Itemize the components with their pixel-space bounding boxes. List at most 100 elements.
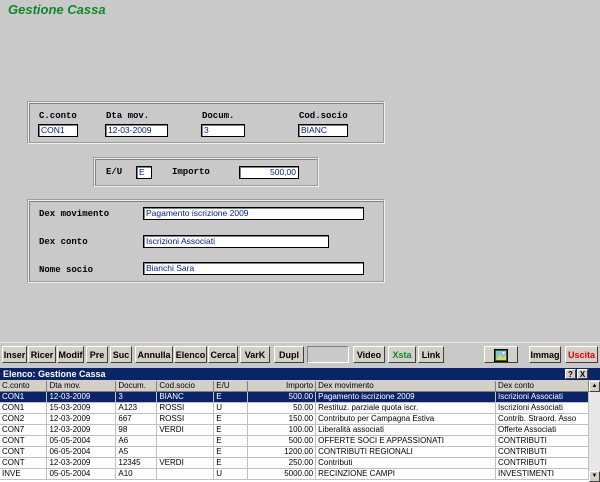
ricer-button[interactable]: Ricer: [28, 346, 56, 363]
table-cell: U: [213, 402, 249, 414]
data-mov-label: Dta mov.: [106, 111, 150, 121]
modif-button[interactable]: Modif: [57, 346, 84, 363]
table-cell: Iscrizioni Associati: [495, 402, 589, 414]
table-cell: E: [213, 457, 249, 469]
help-button[interactable]: ?: [565, 369, 576, 379]
immag-button[interactable]: Immag: [529, 346, 561, 363]
column-header[interactable]: C.conto: [0, 381, 48, 392]
table-cell: [156, 446, 215, 458]
list-scrollbar[interactable]: ▲ ▼: [589, 381, 600, 482]
table-cell: CONTRIBUTI: [495, 457, 589, 469]
table-cell: OFFERTE SOCI E APPASSIONATI: [315, 435, 496, 447]
table-cell: 12-03-2009: [46, 457, 117, 469]
dupl-button[interactable]: Dupl: [274, 346, 304, 363]
column-header[interactable]: Importo: [247, 381, 317, 392]
table-row[interactable]: CONT 06-05-2004 A5 E 1200.00 CONTRIBUTI REGIO…: [0, 446, 589, 458]
cerca-button[interactable]: Cerca: [208, 346, 238, 363]
nome-socio-field[interactable]: Bianchi Sara: [143, 262, 364, 275]
header-fields-group: [27, 101, 385, 144]
scroll-down-arrow-icon[interactable]: ▼: [589, 471, 600, 482]
table-cell: E: [213, 446, 249, 458]
table-cell: E: [213, 435, 249, 447]
list-window-title: Elenco: Gestione Cassa ? X: [0, 368, 600, 380]
pre-button[interactable]: Pre: [86, 346, 108, 363]
table-cell: RECINZIONE CAMPI: [315, 468, 496, 480]
importo-field[interactable]: 500,00: [239, 166, 299, 179]
table-cell: ROSSI: [156, 413, 215, 425]
data-mov-field[interactable]: 12-03-2009: [105, 124, 168, 137]
video-button[interactable]: Video: [353, 346, 385, 363]
table-header-row: C.conto Dta mov. Docum. Cod.socio E/U Importo…: [0, 381, 589, 392]
close-button[interactable]: X: [577, 369, 588, 379]
list-title-text: Elenco: Gestione Cassa: [3, 369, 106, 379]
eu-field[interactable]: E: [136, 166, 152, 179]
dex-conto-field[interactable]: Iscrizioni Associati: [143, 235, 329, 248]
table-row[interactable]: CON1 15-03-2009 A123 ROSSI U 50.00 Restituz. p…: [0, 402, 589, 414]
table-cell: 15-03-2009: [46, 402, 117, 414]
table-cell: 3: [115, 391, 158, 403]
table-cell: Offerte Associati: [495, 424, 589, 436]
nome-socio-label: Nome socio: [39, 265, 94, 275]
uscita-button[interactable]: Uscita: [565, 346, 598, 363]
records-table: C.conto Dta mov. Docum. Cod.socio E/U Importo…: [0, 381, 589, 480]
table-cell: 12-03-2009: [46, 413, 117, 425]
table-cell: A5: [115, 446, 158, 458]
table-cell: 12345: [115, 457, 158, 469]
xsta-button[interactable]: Xsta: [388, 346, 416, 363]
app-title: Gestione Cassa: [8, 2, 106, 17]
table-cell: CONTRIBUTI: [495, 435, 589, 447]
table-cell: 05-05-2004: [46, 435, 117, 447]
table-cell: 12-03-2009: [46, 391, 117, 403]
conto-field[interactable]: CON1: [38, 124, 78, 137]
table-cell: CONTRIBUTI REGIONALI: [315, 446, 496, 458]
table-row[interactable]: CON2 12-03-2009 667 ROSSI E 150.00 Contributo …: [0, 413, 589, 425]
records-grid: C.conto Dta mov. Docum. Cod.socio E/U Importo…: [0, 381, 589, 482]
table-cell: CONT: [0, 457, 48, 469]
table-cell: 667: [115, 413, 158, 425]
image-preview-button[interactable]: [484, 346, 518, 363]
link-button[interactable]: Link: [418, 346, 444, 363]
inser-button[interactable]: Inser: [2, 346, 27, 363]
table-cell: A6: [115, 435, 158, 447]
eu-label: E/U: [106, 167, 123, 177]
dex-movimento-field[interactable]: Pagamento iscrizione 2009: [143, 207, 364, 220]
table-cell: 250.00: [247, 457, 317, 469]
elenco-button[interactable]: Elenco: [174, 346, 207, 363]
scroll-up-arrow-icon[interactable]: ▲: [589, 381, 600, 392]
table-cell: CON2: [0, 413, 48, 425]
table-cell: U: [213, 468, 249, 480]
column-header[interactable]: Cod.socio: [156, 381, 215, 392]
table-cell: E: [213, 424, 249, 436]
vark-button[interactable]: VarK: [240, 346, 270, 363]
suc-button[interactable]: Suc: [110, 346, 132, 363]
table-cell: 05-05-2004: [46, 468, 117, 480]
table-cell: CON1: [0, 402, 48, 414]
table-row[interactable]: INVE 05-05-2004 A10 U 5000.00 RECINZIONE CAMP…: [0, 468, 589, 480]
docum-label: Docum.: [202, 111, 235, 121]
cod-socio-field[interactable]: BIANC: [298, 124, 348, 137]
table-row[interactable]: CONT 05-05-2004 A6 E 500.00 OFFERTE SOCI E AP…: [0, 435, 589, 447]
annulla-button[interactable]: Annulla: [135, 346, 173, 363]
table-cell: Liberalità associati: [315, 424, 496, 436]
column-header[interactable]: Dex conto: [495, 381, 589, 392]
column-header[interactable]: E/U: [213, 381, 249, 392]
table-cell: CONTRIBUTI: [495, 446, 589, 458]
table-cell: Iscrizioni Associati: [495, 391, 589, 403]
column-header[interactable]: Dex movimento: [315, 381, 496, 392]
table-cell: CON7: [0, 424, 48, 436]
table-cell: Restituz. parziale quota iscr.: [315, 402, 496, 414]
column-header[interactable]: Docum.: [115, 381, 158, 392]
command-toolbar: Inser Ricer Modif Pre Suc Annulla Elenco…: [0, 342, 600, 367]
table-cell: Pagamento iscrizione 2009: [315, 391, 496, 403]
table-cell: 98: [115, 424, 158, 436]
table-row[interactable]: CONT 12-03-2009 12345 VERDI E 250.00 Contribut…: [0, 457, 589, 469]
table-cell: A123: [115, 402, 158, 414]
table-cell: Contributo per Campagna Estiva: [315, 413, 496, 425]
table-cell: CONT: [0, 435, 48, 447]
conto-label: C.conto: [39, 111, 77, 121]
column-header[interactable]: Dta mov.: [46, 381, 117, 392]
table-row[interactable]: CON1 12-03-2009 3 BIANC E 500.00 Pagamento isc…: [0, 391, 589, 403]
docum-field[interactable]: 3: [201, 124, 245, 137]
table-row[interactable]: CON7 12-03-2009 98 VERDI E 100.00 Liberalità a…: [0, 424, 589, 436]
dex-conto-label: Dex conto: [39, 237, 88, 247]
